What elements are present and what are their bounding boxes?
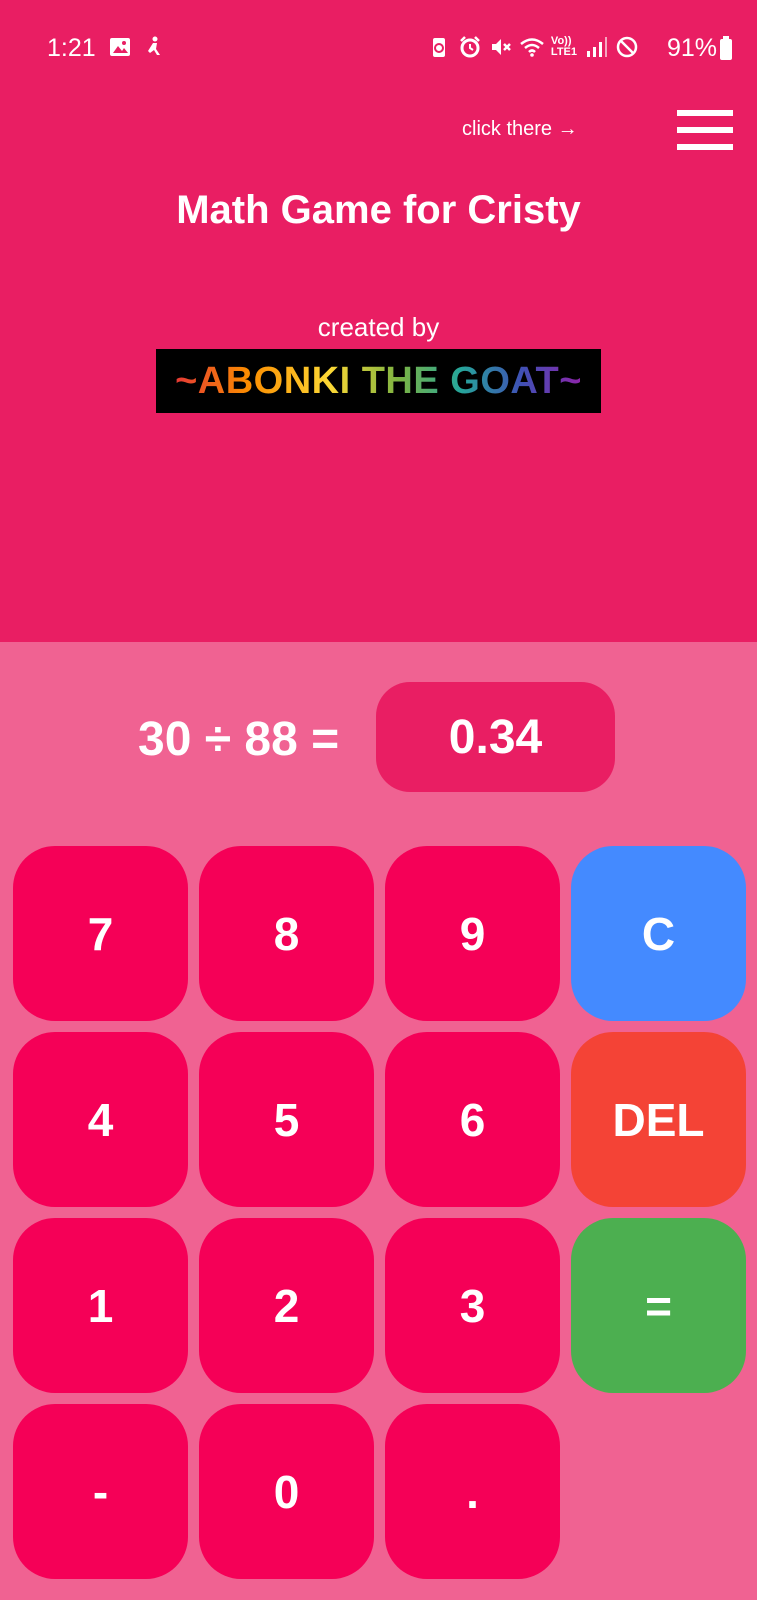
volte-icon: Vo)) LTE1	[550, 35, 577, 58]
battery-saver-icon	[432, 38, 445, 57]
digit-9-button[interactable]: 9	[385, 846, 560, 1021]
digit-1-button[interactable]: 1	[13, 1218, 188, 1393]
hamburger-menu-icon[interactable]	[677, 110, 733, 150]
wifi-icon	[520, 38, 544, 57]
status-bar: 1:21 Vo)) LTE1 91%	[0, 30, 757, 66]
alarm-icon	[460, 36, 480, 58]
status-time: 1:21	[47, 34, 96, 62]
math-question: 30 ÷ 88 =	[138, 713, 340, 766]
gallery-icon	[110, 38, 130, 56]
header-panel: 1:21 Vo)) LTE1 91% click there → Math Ga…	[0, 0, 757, 642]
signal-icon	[587, 37, 607, 57]
digit-3-button[interactable]: 3	[385, 1218, 560, 1393]
decimal-button[interactable]: .	[385, 1404, 560, 1579]
menu-hint: click there →	[462, 118, 578, 140]
answer-field[interactable]: 0.34	[376, 682, 615, 792]
digit-4-button[interactable]: 4	[13, 1032, 188, 1207]
digit-6-button[interactable]: 6	[385, 1032, 560, 1207]
battery-icon	[720, 36, 732, 60]
digit-0-button[interactable]: 0	[199, 1404, 374, 1579]
author-name: ~ABONKI THE GOAT~	[175, 359, 582, 402]
accessibility-icon	[148, 36, 160, 55]
status-right-icons: Vo)) LTE1	[427, 35, 639, 59]
dnd-icon	[616, 36, 638, 58]
clear-button[interactable]: C	[571, 846, 746, 1021]
author-banner: ~ABONKI THE GOAT~	[156, 349, 601, 413]
digit-7-button[interactable]: 7	[13, 846, 188, 1021]
mute-icon	[491, 39, 511, 55]
digit-8-button[interactable]: 8	[199, 846, 374, 1021]
minus-button[interactable]: -	[13, 1404, 188, 1579]
digit-2-button[interactable]: 2	[199, 1218, 374, 1393]
equals-button[interactable]: =	[571, 1218, 746, 1393]
status-battery-text: 91%	[666, 34, 717, 62]
delete-button[interactable]: DEL	[571, 1032, 746, 1207]
status-left-icons	[108, 35, 166, 59]
page-title: Math Game for Cristy	[176, 188, 581, 232]
created-by-label: created by	[317, 312, 440, 342]
digit-5-button[interactable]: 5	[199, 1032, 374, 1207]
